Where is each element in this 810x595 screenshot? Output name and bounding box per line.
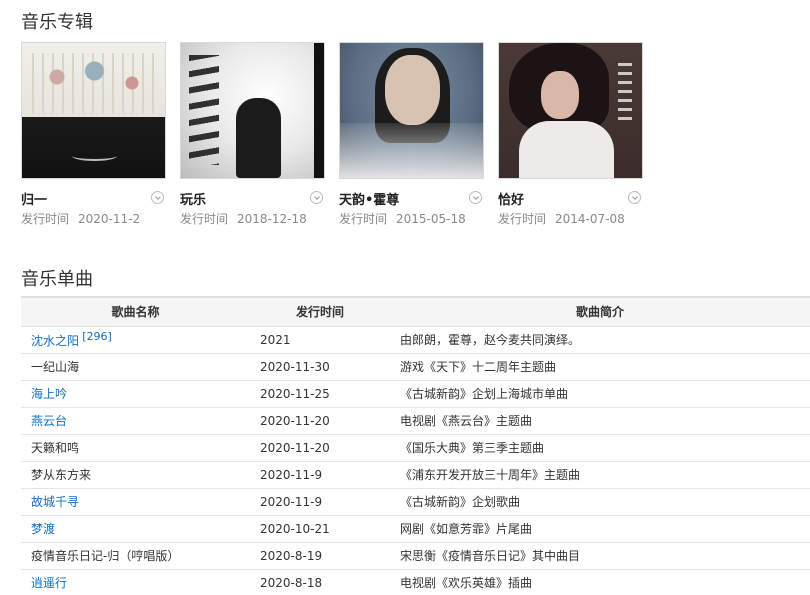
album-name[interactable]: 天韵•霍尊: [339, 193, 399, 208]
song-date: 2020-10-21: [250, 515, 390, 543]
album-cover[interactable]: [339, 42, 484, 179]
table-row: 海上吟 2020-11-25 《古城新韵》企划上海城市单曲: [21, 380, 810, 408]
album-date: 2015-05-18: [396, 212, 466, 226]
chevron-down-icon[interactable]: [151, 191, 164, 204]
song-desc: 《国乐大典》第三季主题曲: [390, 434, 810, 462]
song-date: 2020-8-19: [250, 542, 390, 570]
album-name[interactable]: 玩乐: [180, 193, 206, 208]
reference-link[interactable]: [296]: [82, 330, 112, 343]
song-link[interactable]: 海上吟: [31, 387, 67, 401]
song-date: 2020-11-25: [250, 380, 390, 408]
table-header-row: 歌曲名称 发行时间 歌曲简介: [21, 296, 810, 327]
song-desc: 《古城新韵》企划歌曲: [390, 488, 810, 516]
song-desc: 电视剧《欢乐英雄》插曲: [390, 569, 810, 595]
table-row: 疫情音乐日记-归（哼唱版） 2020-8-19 宋思衡《疫情音乐日记》其中曲目: [21, 542, 810, 570]
song-date: 2020-11-9: [250, 488, 390, 516]
song-desc: 《浦东开发开放三十周年》主题曲: [390, 461, 810, 489]
song-date: 2020-11-20: [250, 434, 390, 462]
release-date-label: 发行时间: [339, 212, 388, 226]
column-header-desc: 歌曲简介: [390, 296, 810, 327]
chevron-down-icon[interactable]: [469, 191, 482, 204]
column-header-name: 歌曲名称: [21, 296, 250, 327]
release-date-label: 发行时间: [21, 212, 70, 226]
table-row: 梦渡 2020-10-21 网剧《如意芳霏》片尾曲: [21, 515, 810, 543]
song-desc: 电视剧《燕云台》主题曲: [390, 407, 810, 435]
song-desc: 游戏《天下》十二周年主题曲: [390, 353, 810, 381]
song-date: 2020-11-30: [250, 353, 390, 381]
release-date-label: 发行时间: [180, 212, 229, 226]
song-link[interactable]: 沈水之阳: [31, 334, 79, 348]
chevron-down-icon[interactable]: [628, 191, 641, 204]
song-link[interactable]: 梦渡: [31, 522, 55, 536]
song-link[interactable]: 燕云台: [31, 414, 67, 428]
chevron-down-icon[interactable]: [310, 191, 323, 204]
song-link[interactable]: 逍遥行: [31, 576, 67, 590]
song-name: 梦从东方来: [31, 468, 92, 482]
album-date: 2018-12-18: [237, 212, 307, 226]
table-row: 逍遥行 2020-8-18 电视剧《欢乐英雄》插曲: [21, 569, 810, 595]
song-desc: 由郎朗，霍尊，赵今麦共同演绎。: [390, 326, 810, 354]
table-row: 天籁和鸣 2020-11-20 《国乐大典》第三季主题曲: [21, 434, 810, 462]
song-desc: 网剧《如意芳霏》片尾曲: [390, 515, 810, 543]
release-date-label: 发行时间: [498, 212, 547, 226]
album-cover[interactable]: [21, 42, 166, 179]
singles-section-title: 音乐单曲: [21, 269, 93, 290]
table-row: 一纪山海 2020-11-30 游戏《天下》十二周年主题曲: [21, 353, 810, 381]
album-card-1[interactable]: 归一 发行时间 2020-11-2: [21, 42, 166, 227]
table-row: 故城千寻 2020-11-9 《古城新韵》企划歌曲: [21, 488, 810, 516]
table-row: 梦从东方来 2020-11-9 《浦东开发开放三十周年》主题曲: [21, 461, 810, 489]
song-desc: 宋思衡《疫情音乐日记》其中曲目: [390, 542, 810, 570]
table-row: 沈水之阳 [296] 2021 由郎朗，霍尊，赵今麦共同演绎。: [21, 326, 810, 354]
song-date: 2021: [250, 326, 390, 354]
album-date: 2020-11-2: [78, 212, 141, 226]
song-date: 2020-8-18: [250, 569, 390, 595]
song-date: 2020-11-9: [250, 461, 390, 489]
column-header-date: 发行时间: [250, 296, 390, 327]
album-cover[interactable]: [498, 42, 643, 179]
song-name: 天籁和鸣: [31, 441, 80, 455]
albums-section-title: 音乐专辑: [21, 12, 93, 33]
album-name[interactable]: 归一: [21, 193, 47, 208]
album-card-4[interactable]: 恰好 发行时间 2014-07-08: [498, 42, 643, 227]
song-desc: 《古城新韵》企划上海城市单曲: [390, 380, 810, 408]
album-name[interactable]: 恰好: [498, 193, 524, 208]
song-name: 疫情音乐日记-归（哼唱版）: [31, 549, 180, 563]
song-link[interactable]: 故城千寻: [31, 495, 79, 509]
singles-table: 歌曲名称 发行时间 歌曲简介 沈水之阳 [296] 2021 由郎朗，霍尊，赵今…: [21, 296, 810, 595]
table-row: 燕云台 2020-11-20 电视剧《燕云台》主题曲: [21, 407, 810, 435]
album-date: 2014-07-08: [555, 212, 625, 226]
song-date: 2020-11-20: [250, 407, 390, 435]
album-cover[interactable]: [180, 42, 325, 179]
album-card-2[interactable]: 玩乐 发行时间 2018-12-18: [180, 42, 325, 227]
song-name: 一纪山海: [31, 360, 80, 374]
album-card-3[interactable]: 天韵•霍尊 发行时间 2015-05-18: [339, 42, 484, 227]
